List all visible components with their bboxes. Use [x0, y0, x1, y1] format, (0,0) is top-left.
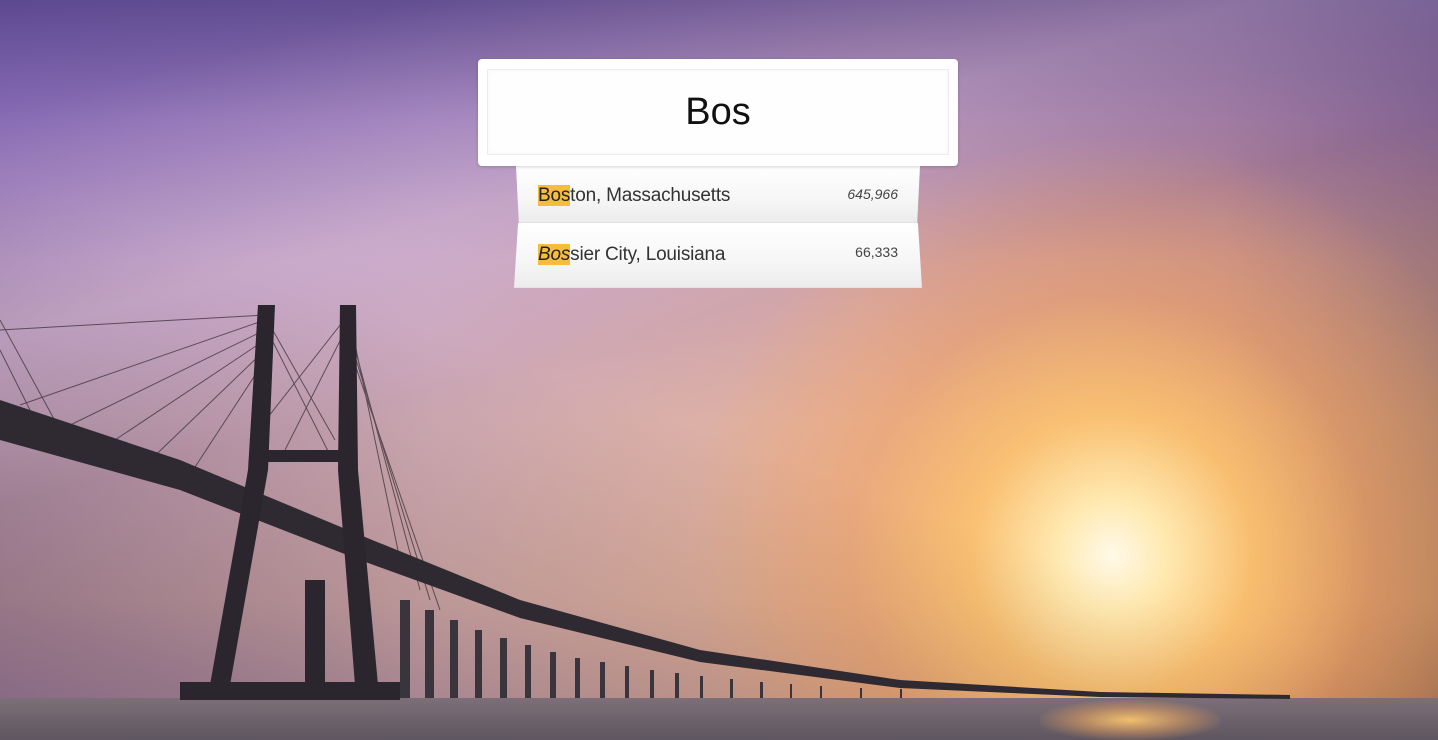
- suggestion-city: Bossier City, Louisiana: [538, 244, 725, 266]
- match-highlight: Bos: [538, 244, 571, 265]
- suggestion-item[interactable]: Boston, Massachusetts 645,966: [516, 166, 920, 223]
- search-box: [478, 59, 958, 166]
- bridge-deck: [0, 400, 1290, 699]
- search-input[interactable]: [487, 69, 949, 155]
- match-highlight: Bos: [538, 185, 571, 206]
- suggestion-item[interactable]: Bossier City, Louisiana 66,333: [514, 223, 922, 288]
- suggestion-city-rest: ton, Massachusetts: [570, 185, 731, 206]
- suggestion-population: 645,966: [847, 186, 898, 202]
- suggestion-city-rest: sier City, Louisiana: [570, 244, 726, 265]
- suggestion-city: Boston, Massachusetts: [538, 185, 730, 207]
- bridge-cables: [0, 314, 441, 611]
- suggestion-population: 66,333: [855, 244, 898, 260]
